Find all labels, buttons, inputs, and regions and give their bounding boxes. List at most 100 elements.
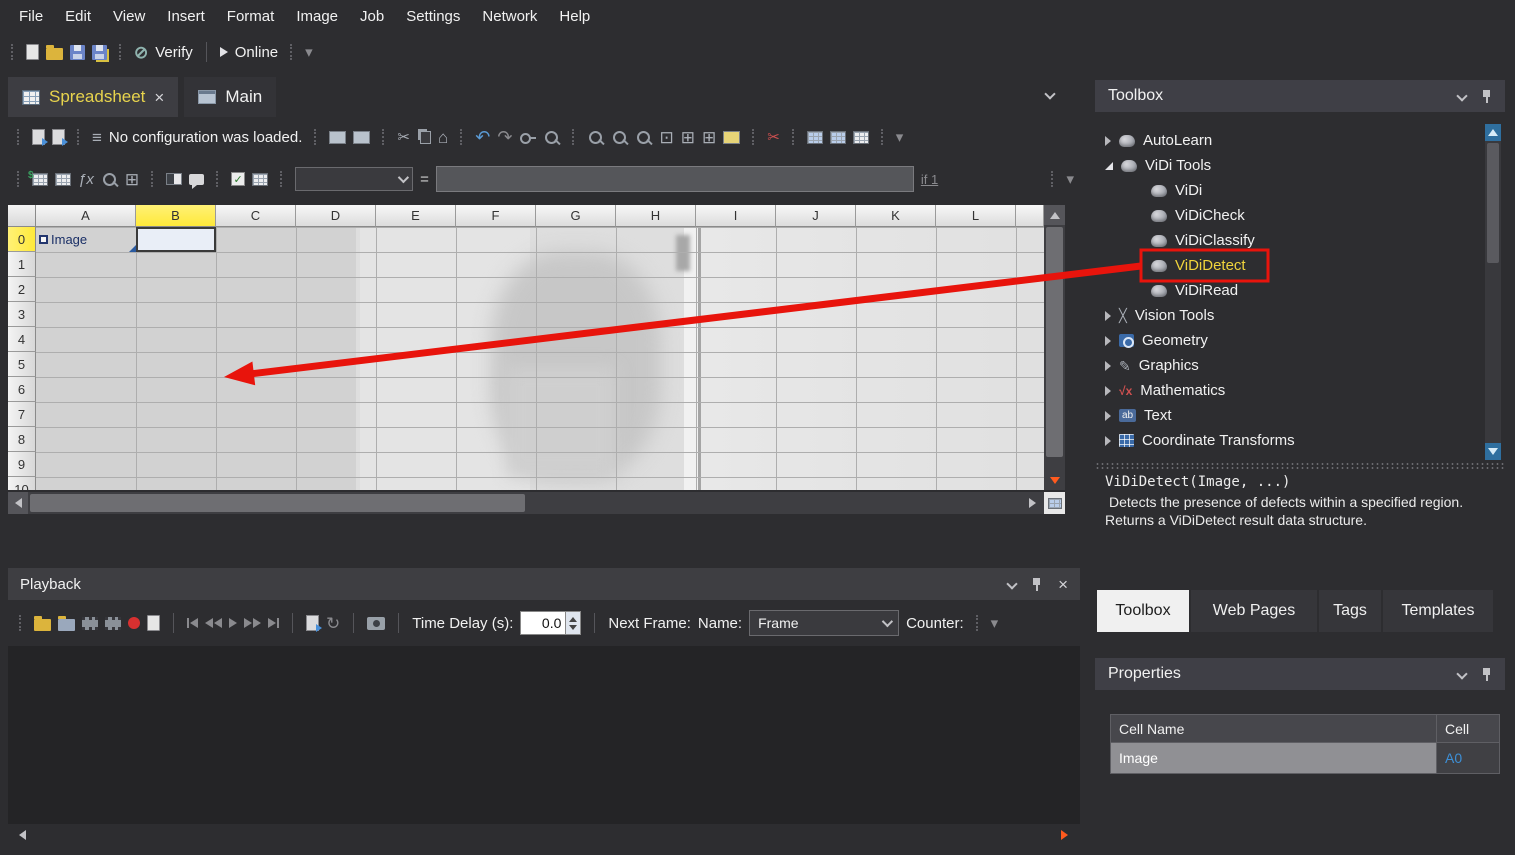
- time-delay-input[interactable]: [520, 611, 566, 635]
- row-header-9[interactable]: 9: [8, 452, 36, 477]
- tree-item-vididetect[interactable]: ViDiDetect: [1095, 253, 1483, 278]
- configuration-list-icon[interactable]: ≡: [92, 129, 102, 146]
- home-icon[interactable]: ⌂: [438, 129, 448, 146]
- tab-templates[interactable]: Templates: [1383, 590, 1493, 632]
- zoom-region-icon[interactable]: ⊡: [659, 129, 673, 146]
- toolbar-overflow-icon[interactable]: ▾: [896, 130, 904, 145]
- row-header-10[interactable]: 10: [8, 477, 36, 490]
- toolbar-grip[interactable]: [881, 129, 884, 145]
- expand-collapsed-icon[interactable]: [1105, 361, 1111, 371]
- verify-button[interactable]: Verify: [155, 44, 193, 61]
- tree-item-vidi[interactable]: ViDi: [1095, 178, 1483, 203]
- comment-icon[interactable]: [189, 174, 204, 185]
- panel-splitter[interactable]: [1095, 462, 1505, 470]
- cell-area[interactable]: Image: [36, 227, 1044, 490]
- expand-grid-icon[interactable]: ⊞: [702, 129, 716, 146]
- collapse-chevron-icon[interactable]: [1456, 668, 1467, 679]
- tree-item-vision-tools[interactable]: ╳ Vision Tools: [1095, 303, 1483, 328]
- collapse-chevron-icon[interactable]: [1006, 578, 1017, 589]
- record-icon[interactable]: [128, 617, 140, 629]
- toolbar-grip[interactable]: [752, 129, 755, 145]
- column-header-B[interactable]: B: [136, 205, 216, 227]
- delete-region-icon[interactable]: ✂: [767, 130, 780, 145]
- column-header-C[interactable]: C: [216, 205, 296, 227]
- row-header-4[interactable]: 4: [8, 327, 36, 352]
- menu-edit[interactable]: Edit: [54, 0, 102, 33]
- zoom-actual-icon[interactable]: [635, 129, 652, 146]
- insert-function-icon[interactable]: ƒx: [78, 172, 94, 187]
- property-name-cell[interactable]: Image: [1111, 743, 1437, 773]
- save-job-as-icon[interactable]: [92, 45, 107, 60]
- new-job-icon[interactable]: [26, 44, 39, 60]
- selected-cell-B0[interactable]: [136, 227, 216, 252]
- tab-spreadsheet[interactable]: Spreadsheet ×: [8, 77, 178, 117]
- fit-grid-icon[interactable]: ⊞: [681, 129, 695, 146]
- expand-collapsed-icon[interactable]: [1105, 436, 1111, 446]
- menu-settings[interactable]: Settings: [395, 0, 471, 33]
- tree-item-vidiclassify[interactable]: ViDiClassify: [1095, 228, 1483, 253]
- row-header-5[interactable]: 5: [8, 352, 36, 377]
- checkbox-tool-icon[interactable]: ✓: [231, 172, 245, 186]
- expand-collapsed-icon[interactable]: [1105, 336, 1111, 346]
- save-job-icon[interactable]: [70, 45, 85, 60]
- horizontal-scroll-thumb[interactable]: [30, 494, 525, 512]
- tab-toolbox[interactable]: Toolbox: [1097, 590, 1189, 632]
- close-panel-icon[interactable]: ×: [1058, 576, 1068, 593]
- toolbar-overflow-icon[interactable]: ▾: [305, 45, 313, 60]
- scroll-left-button[interactable]: [8, 492, 28, 514]
- formula-input[interactable]: [436, 166, 914, 192]
- toolbar-grip[interactable]: [792, 129, 795, 145]
- toolbar-grip[interactable]: [382, 129, 385, 145]
- toolbar-grip[interactable]: [314, 129, 317, 145]
- next-frame-button[interactable]: [244, 618, 261, 628]
- cell-A0[interactable]: Image: [36, 227, 136, 252]
- online-play-icon[interactable]: [220, 47, 228, 57]
- if-link[interactable]: if 1: [921, 172, 938, 187]
- scroll-up-button[interactable]: [1485, 124, 1501, 141]
- cell-state-icon[interactable]: [252, 173, 268, 186]
- tab-main[interactable]: Main: [184, 77, 276, 117]
- toggle-image-icon[interactable]: [166, 173, 182, 185]
- playback-scrollbar[interactable]: [8, 824, 1080, 846]
- insert-table-icon[interactable]: [807, 131, 823, 144]
- vertical-scrollbar[interactable]: [1044, 205, 1065, 490]
- online-button[interactable]: Online: [235, 44, 278, 61]
- toolbar-grip[interactable]: [280, 171, 283, 187]
- tree-item-vidi-tools[interactable]: ViDi Tools: [1095, 153, 1483, 178]
- expand-collapsed-icon[interactable]: [1105, 411, 1111, 421]
- scroll-right-button[interactable]: [1054, 824, 1074, 846]
- toolbar-grip[interactable]: [19, 615, 22, 631]
- frame-source-icon[interactable]: [105, 617, 121, 630]
- previous-frame-button[interactable]: [205, 618, 222, 628]
- new-recording-icon[interactable]: [147, 615, 160, 631]
- tab-tags[interactable]: Tags: [1319, 590, 1381, 632]
- column-header-F[interactable]: F: [456, 205, 536, 227]
- row-header-3[interactable]: 3: [8, 302, 36, 327]
- scroll-right-button[interactable]: [1022, 492, 1042, 514]
- tree-item-mathematics[interactable]: √x Mathematics: [1095, 378, 1483, 403]
- image-buffer-icon[interactable]: [329, 131, 346, 144]
- verify-icon[interactable]: ⊘: [134, 44, 148, 61]
- row-header-2[interactable]: 2: [8, 277, 36, 302]
- column-header-K[interactable]: K: [856, 205, 936, 227]
- copy-icon[interactable]: [420, 131, 431, 144]
- column-header-partial[interactable]: [1016, 205, 1044, 227]
- menu-job[interactable]: Job: [349, 0, 395, 33]
- frame-list-icon[interactable]: [82, 617, 98, 630]
- grab-frame-icon[interactable]: [306, 615, 319, 631]
- property-cell-link[interactable]: A0: [1437, 743, 1499, 773]
- scroll-up-button[interactable]: [1044, 205, 1065, 225]
- toolbar-grip[interactable]: [572, 129, 575, 145]
- play-button[interactable]: [229, 618, 237, 628]
- expand-collapsed-icon[interactable]: [1105, 386, 1111, 396]
- row-header-6[interactable]: 6: [8, 377, 36, 402]
- tree-item-graphics[interactable]: ✎ Graphics: [1095, 353, 1483, 378]
- scroll-down-button[interactable]: [1485, 443, 1501, 460]
- menu-image[interactable]: Image: [285, 0, 349, 33]
- close-tab-icon[interactable]: ×: [154, 89, 164, 106]
- pin-icon[interactable]: [1482, 89, 1492, 104]
- undo-icon[interactable]: ↶: [475, 128, 490, 146]
- vertical-scroll-thumb[interactable]: [1046, 227, 1063, 457]
- toolbar-grip[interactable]: [460, 129, 463, 145]
- zoom-in-icon[interactable]: [587, 129, 604, 146]
